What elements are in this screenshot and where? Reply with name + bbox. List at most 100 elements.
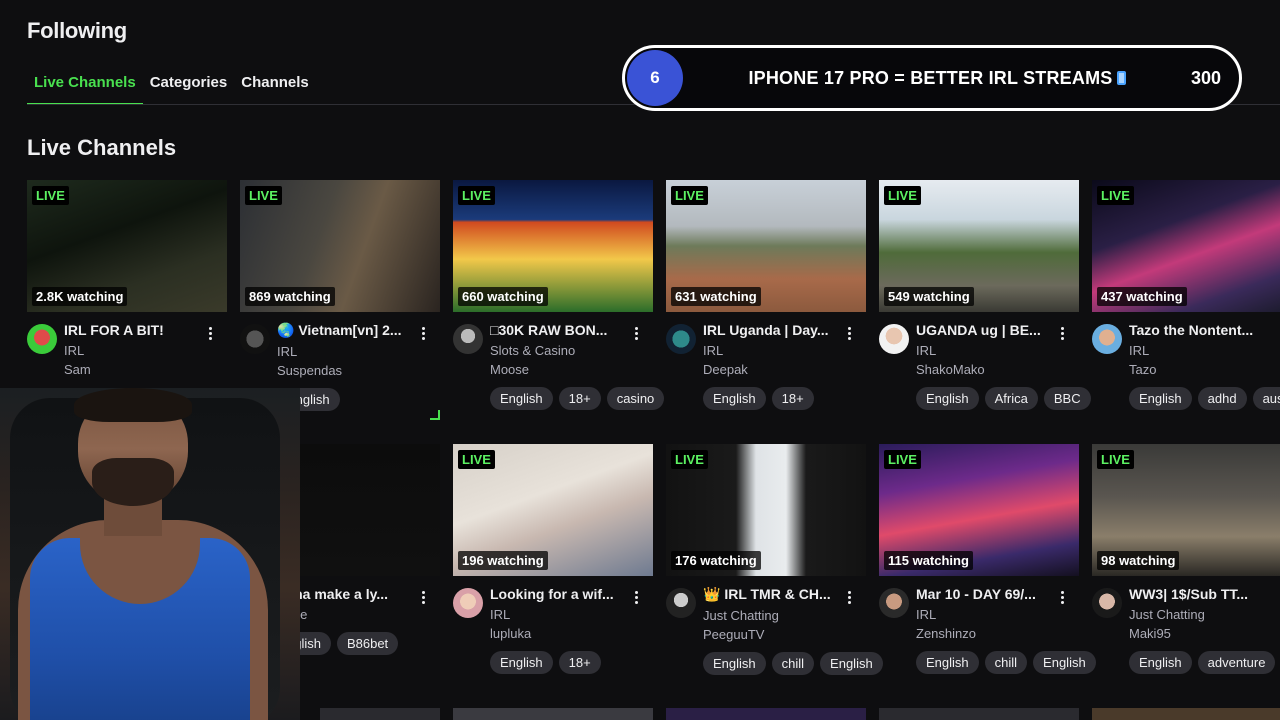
stream-title[interactable]: Looking for a wif... — [490, 586, 633, 602]
stream-card[interactable]: LIVE 115 watching Mar 10 - DAY 69/... IR… — [879, 444, 1096, 674]
channel-name[interactable]: Zenshinzo — [916, 626, 1079, 641]
more-options-icon[interactable] — [629, 588, 643, 606]
tag-chip[interactable]: 18+ — [558, 387, 601, 410]
avatar[interactable] — [27, 324, 57, 354]
tag-chip[interactable]: 18+ — [558, 651, 601, 674]
stream-title[interactable]: WW3| 1$/Sub TT... — [1129, 586, 1272, 602]
stream-card[interactable]: LIVE 98 watching WW3| 1$/Sub TT... Just … — [1092, 444, 1280, 674]
tag-chip[interactable]: BBC — [1043, 387, 1091, 410]
category-link[interactable]: Slots & Casino — [490, 343, 653, 358]
stream-card[interactable]: LIVE 631 watching IRL Uganda | Day... IR… — [666, 180, 866, 410]
avatar[interactable] — [879, 324, 909, 354]
channel-name[interactable]: Moose — [490, 362, 653, 377]
avatar[interactable] — [453, 324, 483, 354]
stream-thumbnail[interactable]: LIVE 115 watching — [879, 444, 1079, 576]
stream-thumbnail[interactable]: LIVE 176 watching — [666, 444, 866, 576]
channel-name[interactable]: Suspendas — [277, 363, 440, 378]
more-options-icon[interactable] — [842, 324, 856, 342]
stream-thumbnail[interactable]: LIVE 869 watching — [240, 180, 440, 312]
stream-thumbnail[interactable]: LIVE 631 watching — [666, 180, 866, 312]
category-link[interactable]: IRL — [64, 343, 227, 358]
stream-title[interactable]: □30K RAW BON... — [490, 322, 633, 338]
more-options-icon[interactable] — [1055, 324, 1069, 342]
channel-name[interactable]: Sam — [64, 362, 227, 377]
channel-name[interactable]: Deepak — [703, 362, 866, 377]
stream-card[interactable]: LIVE 176 watching 👑 IRL TMR & CH... Just… — [666, 444, 883, 675]
tag-chip[interactable]: English — [1129, 387, 1192, 410]
category-link[interactable]: Just Chatting — [703, 608, 866, 623]
tag-chip[interactable]: English — [490, 387, 553, 410]
stream-card[interactable]: LIVE 660 watching □30K RAW BON... Slots … — [453, 180, 665, 410]
channel-name[interactable]: lupluka — [490, 626, 653, 641]
stream-thumbnail[interactable]: LIVE 2.8K watching — [27, 180, 227, 312]
tab-channels[interactable]: Channels — [234, 74, 316, 105]
more-options-icon[interactable] — [629, 324, 643, 342]
category-link[interactable]: IRL — [916, 607, 1079, 622]
stream-thumbnail[interactable] — [666, 708, 866, 720]
tag-chip[interactable]: adhd — [1197, 387, 1247, 410]
stream-thumbnail[interactable]: LIVE 549 watching — [879, 180, 1079, 312]
stream-card[interactable]: LIVE 437 watching Tazo the Nontent... IR… — [1092, 180, 1280, 410]
tag-chip[interactable]: B86bet — [336, 632, 399, 655]
stream-thumbnail[interactable]: LIVE 660 watching — [453, 180, 653, 312]
stream-thumbnail[interactable] — [879, 708, 1079, 720]
stream-title[interactable]: 👑 IRL TMR & CH... — [703, 586, 846, 603]
tab-live-channels[interactable]: Live Channels — [27, 74, 143, 105]
stream-title[interactable]: UGANDA ug | BE... — [916, 322, 1059, 338]
tag-chip[interactable]: English — [820, 652, 883, 675]
tag-chip[interactable]: Africa — [984, 387, 1038, 410]
tag-chip[interactable]: English — [1129, 651, 1192, 674]
stream-title[interactable]: Tazo the Nontent... — [1129, 322, 1272, 338]
stream-card[interactable]: LIVE 196 watching Looking for a wif... I… — [453, 444, 653, 674]
tag-chip[interactable]: English — [1033, 651, 1096, 674]
stream-thumbnail[interactable] — [1092, 708, 1280, 720]
avatar[interactable] — [879, 588, 909, 618]
stream-title[interactable]: IRL FOR A BIT! — [64, 322, 207, 338]
tag-chip[interactable]: adventure — [1197, 651, 1276, 674]
more-options-icon[interactable] — [416, 324, 430, 342]
stream-title[interactable]: 🌏 Vietnam[vn] 2... — [277, 322, 420, 339]
tag-chip[interactable]: chill — [984, 651, 1028, 674]
more-options-icon[interactable] — [203, 324, 217, 342]
stream-title[interactable]: Mar 10 - DAY 69/... — [916, 586, 1059, 602]
category-link[interactable]: IRL — [703, 343, 866, 358]
stream-thumbnail[interactable]: LIVE 437 watching — [1092, 180, 1280, 312]
avatar[interactable] — [1092, 588, 1122, 618]
channel-name[interactable]: Tazo — [1129, 362, 1280, 377]
category-link[interactable]: Just Chatting — [1129, 607, 1280, 622]
avatar[interactable] — [1092, 324, 1122, 354]
avatar[interactable] — [666, 588, 696, 618]
tab-categories[interactable]: Categories — [143, 74, 235, 105]
stream-card[interactable]: LIVE 2.8K watching IRL FOR A BIT! IRL Sa… — [27, 180, 227, 377]
stream-thumbnail[interactable] — [320, 708, 440, 720]
stream-card[interactable]: LIVE 869 watching 🌏 Vietnam[vn] 2... IRL… — [240, 180, 440, 411]
tag-chip[interactable]: English — [916, 651, 979, 674]
stream-thumbnail[interactable] — [453, 708, 653, 720]
avatar[interactable] — [453, 588, 483, 618]
tag-chip[interactable]: English — [490, 651, 553, 674]
channel-name[interactable]: ShakoMako — [916, 362, 1079, 377]
channel-name[interactable]: Maki95 — [1129, 626, 1280, 641]
tag-chip[interactable]: 18+ — [771, 387, 814, 410]
stream-title[interactable]: IRL Uganda | Day... — [703, 322, 846, 338]
avatar[interactable] — [240, 324, 270, 354]
category-link[interactable]: IRL — [916, 343, 1079, 358]
tag-chip[interactable]: chill — [771, 652, 815, 675]
category-link[interactable]: IRL — [490, 607, 653, 622]
stream-card[interactable]: LIVE 549 watching UGANDA ug | BE... IRL … — [879, 180, 1091, 410]
tag-chip[interactable]: aussie — [1252, 387, 1280, 410]
channel-name[interactable]: PeeguuTV — [703, 627, 866, 642]
channel-name[interactable]: Kane — [277, 607, 440, 622]
more-options-icon[interactable] — [842, 588, 856, 606]
tag-chip[interactable]: English — [916, 387, 979, 410]
more-options-icon[interactable] — [416, 588, 430, 606]
avatar[interactable] — [666, 324, 696, 354]
category-link[interactable]: IRL — [1129, 343, 1280, 358]
tag-chip[interactable]: English — [703, 652, 766, 675]
tag-chip[interactable]: casino — [606, 387, 665, 410]
category-link[interactable]: IRL — [277, 344, 440, 359]
stream-thumbnail[interactable]: LIVE 196 watching — [453, 444, 653, 576]
more-options-icon[interactable] — [1055, 588, 1069, 606]
tag-chip[interactable]: English — [703, 387, 766, 410]
stream-thumbnail[interactable]: LIVE 98 watching — [1092, 444, 1280, 576]
